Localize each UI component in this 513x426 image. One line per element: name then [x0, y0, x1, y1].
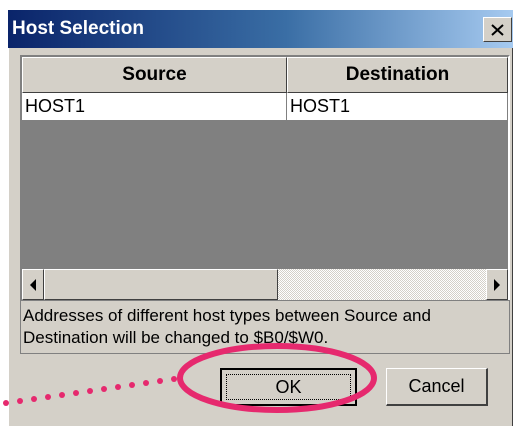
pointer-dotted-line: [3, 376, 177, 406]
highlight-annotation: [3, 343, 377, 413]
highlight-ellipse: [177, 343, 377, 413]
